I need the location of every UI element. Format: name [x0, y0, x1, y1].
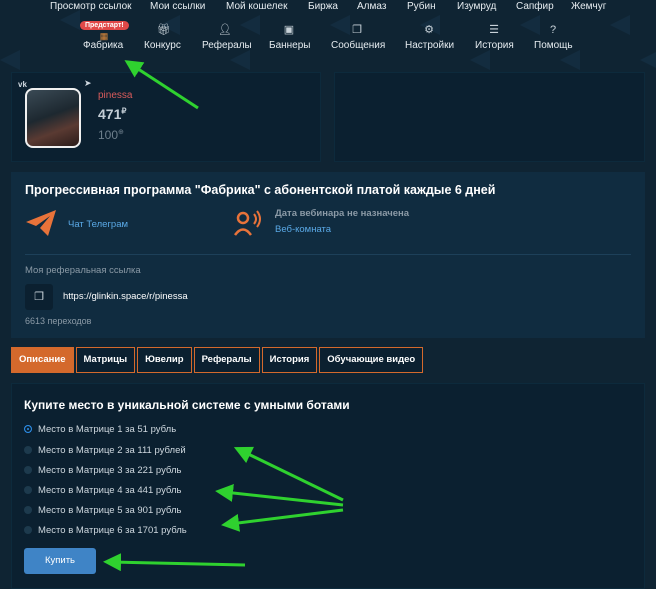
option-label: Место в Матрице 4 за 441 рубль — [38, 485, 182, 496]
username[interactable]: pinessa — [98, 90, 132, 101]
matrix-option[interactable]: Место в Матрице 2 за 111 рублей — [24, 445, 186, 456]
tab-contest[interactable]: Конкурс — [144, 40, 181, 51]
image-icon: ▣ — [283, 24, 295, 36]
matrix-option[interactable]: Место в Матрице 6 за 1701 рубль — [24, 525, 187, 536]
tab-help[interactable]: Помощь — [534, 40, 573, 51]
tab-settings[interactable]: Настройки — [405, 40, 454, 51]
tab-jeweler[interactable]: Ювелир — [137, 347, 192, 373]
option-label: Место в Матрице 3 за 221 рубль — [38, 465, 182, 476]
gear-icon: ⚙ — [424, 24, 434, 36]
nav-link-wallet[interactable]: Мой кошелек — [226, 1, 287, 12]
nav-link-zhemchug[interactable]: Жемчуг — [571, 1, 606, 12]
matrix-option[interactable]: Место в Матрице 1 за 51 рубль — [24, 424, 176, 435]
help-icon: ? — [549, 24, 557, 36]
nav-link-izumrud[interactable]: Изумруд — [457, 1, 496, 12]
points-icon: ⊕ — [118, 129, 124, 136]
nav-link-sapfir[interactable]: Сапфир — [516, 1, 554, 12]
option-label: Место в Матрице 1 за 51 рубль — [38, 424, 177, 435]
telegram-small-icon[interactable]: ➤ — [84, 78, 92, 89]
top-nav: Просмотр ссылок Мои ссылки Мой кошелек Б… — [0, 0, 656, 14]
tab-history[interactable]: История — [475, 40, 514, 51]
telegram-icon[interactable] — [26, 210, 56, 236]
ref-url[interactable]: https://glinkin.space/r/pinessa — [63, 291, 188, 302]
tab-description[interactable]: Описание — [11, 347, 74, 373]
webinar-icon — [233, 210, 261, 236]
tab-referrals-content[interactable]: Рефералы — [193, 347, 260, 373]
webroom-link[interactable]: Веб-комната — [275, 224, 331, 235]
tab-factory[interactable]: Фабрика — [83, 40, 123, 51]
vk-icon[interactable]: vk — [18, 80, 27, 89]
matrix-option[interactable]: Место в Матрице 3 за 221 рубль — [24, 465, 181, 476]
nav-link-exchange[interactable]: Биржа — [308, 1, 338, 12]
gift-icon: 🎁︎ — [157, 24, 171, 36]
currency-symbol: ₽ — [121, 106, 127, 116]
nav-link-my-links[interactable]: Мои ссылки — [150, 1, 205, 12]
radio-button[interactable] — [24, 425, 32, 433]
prestart-badge: Предстарт! — [80, 21, 129, 30]
transitions-count: 6613 переходов — [25, 316, 92, 326]
radio-button[interactable] — [24, 466, 32, 474]
option-label: Место в Матрице 2 за 111 рублей — [38, 445, 186, 456]
webinar-status: Дата вебинара не назначена — [275, 208, 410, 219]
points-value: 100⊕ — [98, 128, 124, 142]
radio-button[interactable] — [24, 446, 32, 454]
list-icon: ☰ — [489, 24, 499, 36]
content-tabs: Описание Матрицы Ювелир Рефералы История… — [11, 347, 425, 373]
copy-icon[interactable]: ❐ — [25, 284, 53, 310]
side-panel — [334, 72, 645, 162]
tab-training-video[interactable]: Обучающие видео — [319, 347, 424, 373]
balance-value: 471₽ — [98, 106, 127, 122]
telegram-chat-link[interactable]: Чат Телеграм — [68, 219, 128, 230]
radio-button[interactable] — [24, 486, 32, 494]
radio-button[interactable] — [24, 506, 32, 514]
divider — [25, 254, 631, 255]
messages-icon: ❐ — [352, 24, 362, 36]
avatar — [25, 88, 81, 148]
matrix-option[interactable]: Место в Матрице 4 за 441 рубль — [24, 485, 181, 496]
nav-link-view-links[interactable]: Просмотр ссылок — [50, 1, 132, 12]
tab-matrices[interactable]: Матрицы — [75, 347, 136, 373]
buy-heading: Купите место в уникальной системе с умны… — [24, 398, 350, 412]
tab-history-content[interactable]: История — [261, 347, 318, 373]
tab-referrals[interactable]: Рефералы — [202, 40, 252, 51]
radio-button[interactable] — [24, 526, 32, 534]
matrix-option[interactable]: Место в Матрице 5 за 901 рубль — [24, 505, 181, 516]
option-label: Место в Матрице 5 за 901 рубль — [38, 505, 182, 516]
tab-banners[interactable]: Баннеры — [269, 40, 310, 51]
nav-link-rubin[interactable]: Рубин — [407, 1, 436, 12]
ref-link-label: Моя реферальная ссылка — [25, 265, 141, 276]
tab-messages[interactable]: Сообщения — [331, 40, 385, 51]
nav-link-almaz[interactable]: Алмаз — [357, 1, 386, 12]
add-user-icon: 👤︎ — [218, 24, 232, 36]
option-label: Место в Матрице 6 за 1701 рубль — [38, 525, 187, 536]
program-title: Прогрессивная программа "Фабрика" с абон… — [25, 183, 496, 197]
buy-button[interactable]: Купить — [24, 548, 96, 574]
